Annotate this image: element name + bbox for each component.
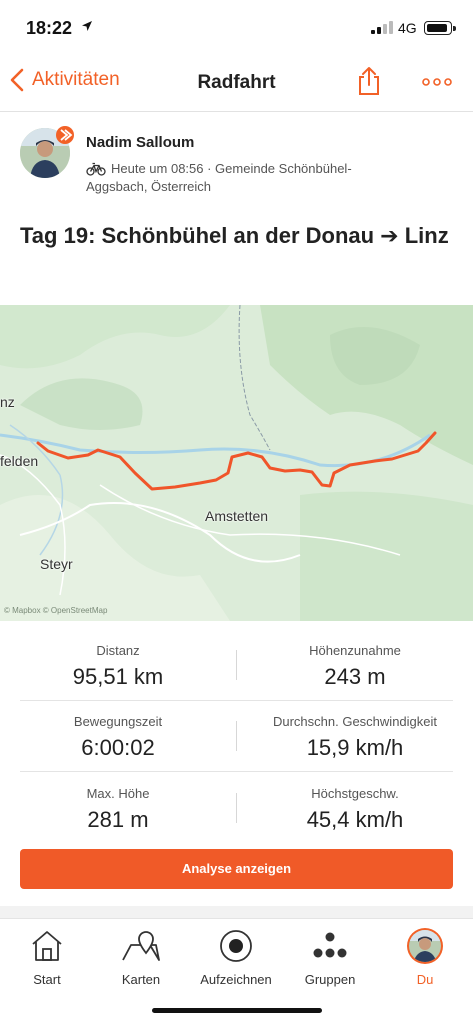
tab-label: Aufzeichnen: [200, 972, 272, 987]
location-arrow-icon: [82, 21, 92, 31]
tab-du[interactable]: Du: [378, 927, 472, 987]
record-icon: [220, 930, 252, 962]
tab-label: Start: [33, 972, 61, 987]
stat-label: Durchschn. Geschwindigkeit: [272, 714, 438, 729]
stat-value: 95,51 km: [72, 664, 164, 689]
stat-distance: Distanz 95,51 km: [0, 643, 236, 690]
map-pin-icon: [122, 931, 160, 961]
stat-value: 45,4 km/h: [306, 807, 404, 832]
tab-label: Karten: [121, 972, 161, 987]
stat-label: Höchstgeschw.: [311, 786, 399, 801]
status-time: 18:22: [26, 18, 73, 38]
analyse-button[interactable]: Analyse anzeigen: [20, 849, 453, 889]
stat-label: Max. Höhe: [86, 786, 150, 801]
tab-aufzeichnen[interactable]: Aufzeichnen: [189, 927, 283, 987]
stat-avg-speed: Durchschn. Geschwindigkeit 15,9 km/h: [237, 714, 473, 761]
divider: [20, 700, 453, 701]
stat-max-speed: Höchstgeschw. 45,4 km/h: [237, 786, 473, 833]
stat-value: 15,9 km/h: [306, 735, 404, 760]
battery-icon: [424, 21, 456, 35]
stat-label: Bewegungszeit: [73, 714, 163, 729]
back-button[interactable]: Aktivitäten: [10, 68, 120, 92]
tab-gruppen[interactable]: Gruppen: [283, 927, 377, 987]
stat-max-elevation: Max. Höhe 281 m: [0, 786, 236, 833]
signal-icon: [371, 21, 393, 34]
activity-title: Tag 19: Schönbühel an der Donau ➔ Linz: [20, 223, 449, 248]
chevron-left-icon: [10, 68, 24, 92]
subscriber-badge-icon: [56, 126, 74, 144]
map-label-amstetten: Amstetten: [205, 508, 269, 524]
map-label-steyr: Steyr: [40, 556, 73, 572]
athlete-name[interactable]: Nadim Salloum: [86, 134, 194, 151]
map-attribution: © Mapbox © OpenStreetMap: [4, 606, 108, 615]
stat-label: Distanz: [96, 643, 140, 658]
share-icon[interactable]: [357, 66, 381, 96]
more-icon[interactable]: [422, 78, 452, 86]
tab-karten[interactable]: Karten: [94, 927, 188, 987]
stat-elevation-gain: Höhenzunahme 243 m: [237, 643, 473, 690]
stat-value: 6:00:02: [81, 735, 155, 760]
bike-icon: [86, 162, 106, 176]
tab-label: Du: [416, 972, 434, 987]
avatar: [407, 928, 443, 964]
home-icon: [32, 931, 62, 961]
nav-bar: Aktivitäten Radfahrt: [0, 56, 473, 112]
route-map[interactable]: nz felden Amstetten Steyr © Mapbox © Ope…: [0, 305, 473, 621]
map-canvas: [0, 305, 473, 621]
status-bar: 18:22 4G: [0, 0, 473, 56]
stat-value: 281 m: [87, 807, 149, 832]
map-label-linz: nz: [0, 394, 15, 410]
tab-start[interactable]: Start: [0, 927, 94, 987]
stat-value: 243 m: [324, 664, 386, 689]
groups-icon: [313, 932, 347, 958]
activity-meta-text: Heute um 08:56 · Gemeinde Schönbühel-Agg…: [86, 161, 352, 194]
section-separator: [0, 906, 473, 918]
map-label-enns: felden: [0, 453, 39, 469]
back-label: Aktivitäten: [32, 69, 120, 90]
divider: [20, 771, 453, 772]
tab-label: Gruppen: [304, 972, 356, 987]
network-type: 4G: [398, 20, 417, 36]
home-indicator: [152, 1008, 322, 1013]
activity-meta: Heute um 08:56 · Gemeinde Schönbühel-Agg…: [86, 160, 386, 196]
stat-moving-time: Bewegungszeit 6:00:02: [0, 714, 236, 761]
stat-label: Höhenzunahme: [309, 643, 401, 658]
